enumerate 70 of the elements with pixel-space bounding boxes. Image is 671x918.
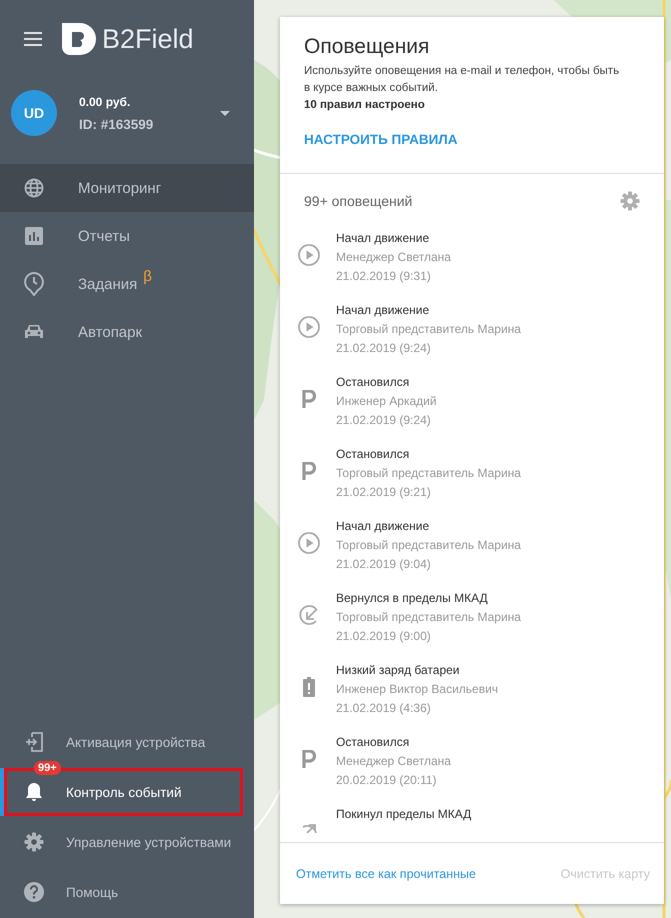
logo-icon — [60, 21, 96, 57]
notification-date: 21.02.2019 (4:36) — [336, 701, 432, 715]
bar-chart-icon — [25, 227, 43, 245]
play-icon — [298, 532, 320, 554]
battery-alert-icon — [303, 677, 315, 697]
sidebar-item[interactable]: Помощь — [0, 868, 254, 916]
car-icon — [24, 324, 44, 340]
configure-rules-link[interactable]: НАСТРОИТЬ ПРАВИЛА — [304, 132, 458, 147]
mark-all-read-link[interactable]: Отметить все как прочитанные — [296, 866, 476, 880]
menu-label: Автопарк — [78, 324, 142, 340]
menu-label: Управление устройствами — [66, 834, 232, 850]
return-arrow-icon — [298, 604, 320, 626]
balance-text: 0.00 руб. — [79, 94, 132, 108]
notification-title: Низкий заряд батареи — [336, 663, 461, 677]
bell-icon — [25, 782, 43, 802]
notification-date: 21.02.2019 (9:21) — [336, 485, 432, 499]
notification-title: Остановился — [336, 447, 410, 461]
sidebar-item[interactable]: Автопарк — [0, 308, 254, 356]
play-icon — [298, 244, 320, 266]
help-icon — [24, 882, 44, 902]
parking-icon — [302, 390, 316, 408]
settings-icon — [24, 832, 44, 852]
panel-description: Используйте оповещения на e-mail и телефон, чтобы быть в курсе важных событий. — [304, 64, 620, 96]
notifications-count: 99+ оповещений — [304, 193, 412, 209]
notification-date: 21.02.2019 (9:24) — [336, 341, 432, 355]
menu-label: Контроль событий — [66, 784, 182, 800]
sidebar-item[interactable]: Задания β — [0, 260, 254, 308]
parking-icon — [302, 462, 316, 480]
notification-title: Вернулся в пределы МКАД — [336, 591, 489, 605]
notification-employee: Инженер Аркадий — [336, 394, 437, 408]
logo-text: B2Field — [102, 24, 194, 54]
notification-title: Остановился — [336, 735, 410, 749]
rules-count: 10 правил настроено — [304, 98, 426, 113]
notification-employee: Торговый представитель Марина — [336, 538, 521, 552]
beta-label: β — [143, 268, 152, 284]
notification-employee: Торговый представитель Марина — [336, 466, 521, 480]
device-enter-icon — [25, 732, 43, 752]
notification-date: 21.02.2019 (9:04) — [336, 557, 432, 571]
notification-employee: Менеджер Светлана — [336, 754, 451, 768]
globe-icon — [24, 178, 44, 198]
menu-label: Задания — [78, 276, 138, 292]
user-avatar: UD — [11, 90, 57, 136]
notification-employee: Торговый представитель Марина — [336, 322, 521, 336]
account-id: ID: #163599 — [79, 116, 154, 132]
count-badge: 99+ — [34, 761, 61, 775]
notification-employee: Инженер Виктор Васильевич — [336, 682, 498, 696]
notification-date: 21.02.2019 (9:31) — [336, 269, 432, 283]
menu-label: Помощь — [66, 884, 118, 900]
notification-date: 20.02.2019 (20:11) — [336, 773, 438, 787]
notification-date: 21.02.2019 (9:24) — [336, 413, 432, 427]
notification-title: Покинул пределы МКАД — [336, 807, 472, 821]
parking-icon — [302, 750, 316, 768]
notification-title: Начал движение — [336, 303, 430, 317]
notification-employee: Менеджер Светлана — [336, 250, 451, 264]
clock-pin-icon — [24, 272, 44, 296]
dropdown-caret-icon[interactable] — [220, 110, 230, 116]
notification-employee: Торговый представитель Марина — [336, 610, 521, 624]
notification-title: Начал движение — [336, 231, 430, 245]
notification-title: Остановился — [336, 375, 410, 389]
play-icon — [298, 316, 320, 338]
notification-date: 21.02.2019 (9:00) — [336, 629, 432, 643]
sidebar-item[interactable]: Мониторинг — [0, 164, 254, 212]
sidebar-item[interactable]: Управление устройствами — [0, 818, 254, 866]
menu-label: Мониторинг — [78, 180, 162, 196]
menu-icon[interactable] — [24, 32, 42, 46]
panel-title: Оповещения — [304, 35, 430, 59]
menu-label: Активация устройства — [66, 734, 206, 750]
menu-label: Отчеты — [78, 228, 130, 244]
sidebar-item[interactable]: Отчеты — [0, 212, 254, 260]
notification-title: Начал движение — [336, 519, 430, 533]
